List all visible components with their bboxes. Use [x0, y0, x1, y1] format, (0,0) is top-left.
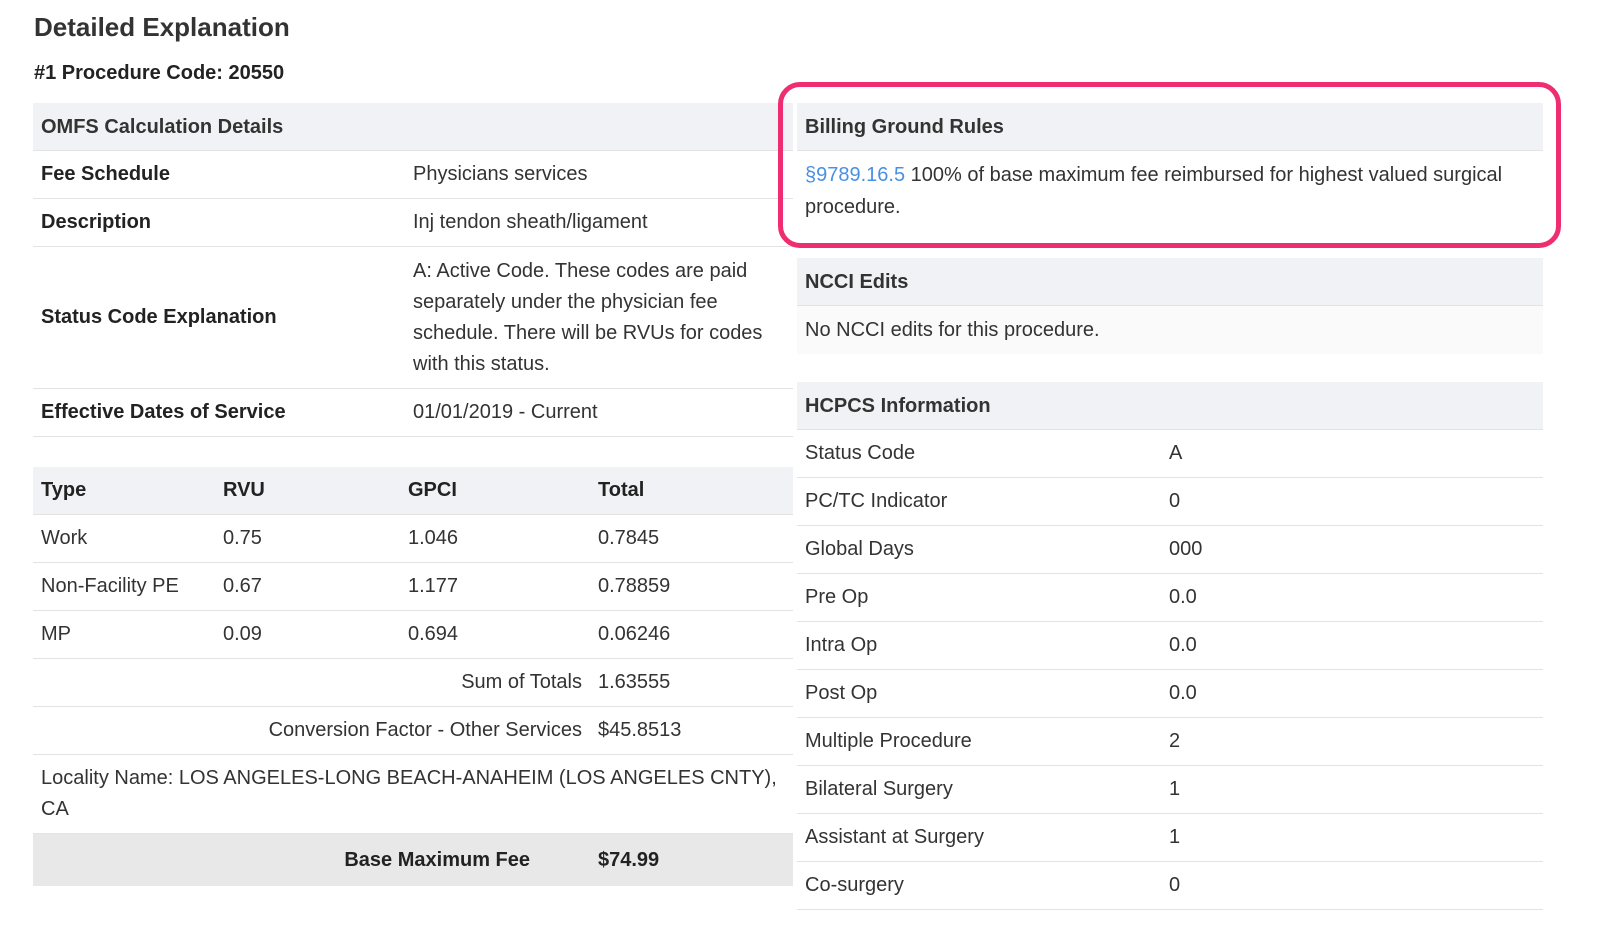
- table-cell: Non-Facility PE: [41, 575, 179, 597]
- kv-value: Inj tendon sheath/ligament: [413, 211, 648, 233]
- hcpcs-row: Global Days 000: [797, 526, 1543, 574]
- hcpcs-row: Assistant at Surgery 1: [797, 814, 1543, 862]
- column-header: GPCI: [408, 479, 457, 501]
- hcpcs-value: A: [1169, 442, 1183, 464]
- hcpcs-value: 0.0: [1169, 586, 1197, 608]
- table-row: MP 0.09 0.694 0.06246: [33, 611, 793, 659]
- table-cell: 0.09: [223, 623, 262, 645]
- kv-value: A: Active Code. These codes are paid sep…: [413, 259, 763, 375]
- page-title: Detailed Explanation: [34, 12, 290, 42]
- kv-key: Effective Dates of Service: [41, 401, 286, 423]
- hcpcs-key: Bilateral Surgery: [805, 778, 953, 800]
- table-row: Work 0.75 1.046 0.7845: [33, 515, 793, 563]
- billing-rule-text: 100% of base maximum fee reimbursed for …: [805, 164, 1503, 218]
- hcpcs-row: Status Code A: [797, 430, 1543, 478]
- hcpcs-value: 0.0: [1169, 682, 1197, 704]
- description-row: Description Inj tendon sheath/ligament: [33, 199, 793, 247]
- regulation-link[interactable]: §9789.16.5: [805, 164, 905, 186]
- hcpcs-panel: HCPCS Information Status Code A PC/TC In…: [797, 382, 1543, 910]
- hcpcs-value: 0: [1169, 490, 1181, 512]
- hcpcs-value: 000: [1169, 538, 1203, 560]
- table-cell: 1.177: [408, 575, 459, 597]
- hcpcs-key: Post Op: [805, 682, 878, 704]
- sum-label: Sum of Totals: [461, 671, 582, 693]
- conversion-value: $45.8513: [598, 719, 682, 741]
- rvu-table-header: Type RVU GPCI Total: [33, 467, 793, 515]
- rvu-table: Type RVU GPCI Total Work 0.75 1.046 0.78…: [33, 467, 793, 886]
- ncci-header: NCCI Edits: [797, 258, 1543, 306]
- table-cell: 0.06246: [598, 623, 671, 645]
- hcpcs-header: HCPCS Information: [797, 382, 1543, 430]
- omfs-panel: OMFS Calculation Details Fee Schedule Ph…: [33, 103, 793, 886]
- hcpcs-key: PC/TC Indicator: [805, 490, 948, 512]
- hcpcs-row: Post Op 0.0: [797, 670, 1543, 718]
- locality-name: Locality Name: LOS ANGELES-LONG BEACH-AN…: [33, 755, 793, 834]
- base-fee-value: $74.99: [598, 848, 660, 871]
- hcpcs-value: 0.0: [1169, 634, 1197, 656]
- kv-value: Physicians services: [413, 163, 588, 185]
- base-maximum-fee-row: Base Maximum Fee $74.99: [33, 834, 793, 886]
- ncci-text: No NCCI edits for this procedure.: [797, 306, 1543, 354]
- column-header: Type: [41, 479, 87, 501]
- hcpcs-row: Intra Op 0.0: [797, 622, 1543, 670]
- hcpcs-key: Pre Op: [805, 586, 869, 608]
- hcpcs-row: Bilateral Surgery 1: [797, 766, 1543, 814]
- hcpcs-row: PC/TC Indicator 0: [797, 478, 1543, 526]
- column-header: RVU: [223, 479, 265, 501]
- table-cell: 0.7845: [598, 527, 660, 549]
- hcpcs-key: Status Code: [805, 442, 916, 464]
- table-cell: 0.694: [408, 623, 459, 645]
- table-cell: 0.67: [223, 575, 262, 597]
- hcpcs-key: Multiple Procedure: [805, 730, 972, 752]
- hcpcs-value: 1: [1169, 778, 1181, 800]
- table-row: Non-Facility PE 0.67 1.177 0.78859: [33, 563, 793, 611]
- status-code-explanation-row: Status Code Explanation A: Active Code. …: [33, 247, 793, 389]
- omfs-header: OMFS Calculation Details: [33, 103, 793, 151]
- kv-key: Status Code Explanation: [41, 306, 277, 328]
- effective-dates-row: Effective Dates of Service 01/01/2019 - …: [33, 389, 793, 437]
- hcpcs-key: Assistant at Surgery: [805, 826, 984, 848]
- hcpcs-value: 1: [1169, 826, 1181, 848]
- conversion-label: Conversion Factor - Other Services: [268, 719, 582, 741]
- column-header: Total: [598, 479, 645, 501]
- kv-value: 01/01/2019 - Current: [413, 401, 598, 423]
- procedure-code-heading: #1 Procedure Code: 20550: [34, 62, 285, 84]
- hcpcs-key: Co-surgery: [805, 874, 904, 896]
- base-fee-label: Base Maximum Fee: [344, 848, 530, 871]
- billing-header: Billing Ground Rules: [797, 103, 1543, 151]
- table-cell: 0.75: [223, 527, 262, 549]
- hcpcs-key: Intra Op: [805, 634, 878, 656]
- hcpcs-row: Pre Op 0.0: [797, 574, 1543, 622]
- ncci-edits-panel: NCCI Edits No NCCI edits for this proced…: [797, 258, 1543, 354]
- table-cell: Work: [41, 527, 88, 549]
- table-cell: 1.046: [408, 527, 459, 549]
- sum-of-totals-row: Sum of Totals 1.63555: [33, 659, 793, 707]
- fee-schedule-row: Fee Schedule Physicians services: [33, 151, 793, 199]
- billing-ground-rules-panel: Billing Ground Rules §9789.16.5 100% of …: [797, 103, 1543, 233]
- conversion-factor-row: Conversion Factor - Other Services $45.8…: [33, 707, 793, 755]
- kv-key: Description: [41, 211, 152, 233]
- hcpcs-value: 0: [1169, 874, 1181, 896]
- billing-body: §9789.16.5 100% of base maximum fee reim…: [797, 151, 1543, 233]
- hcpcs-row: Multiple Procedure 2: [797, 718, 1543, 766]
- kv-key: Fee Schedule: [41, 163, 170, 185]
- table-cell: MP: [41, 623, 71, 645]
- sum-value: 1.63555: [598, 671, 671, 693]
- hcpcs-row: Co-surgery 0: [797, 862, 1543, 910]
- table-cell: 0.78859: [598, 575, 671, 597]
- hcpcs-key: Global Days: [805, 538, 914, 560]
- hcpcs-value: 2: [1169, 730, 1181, 752]
